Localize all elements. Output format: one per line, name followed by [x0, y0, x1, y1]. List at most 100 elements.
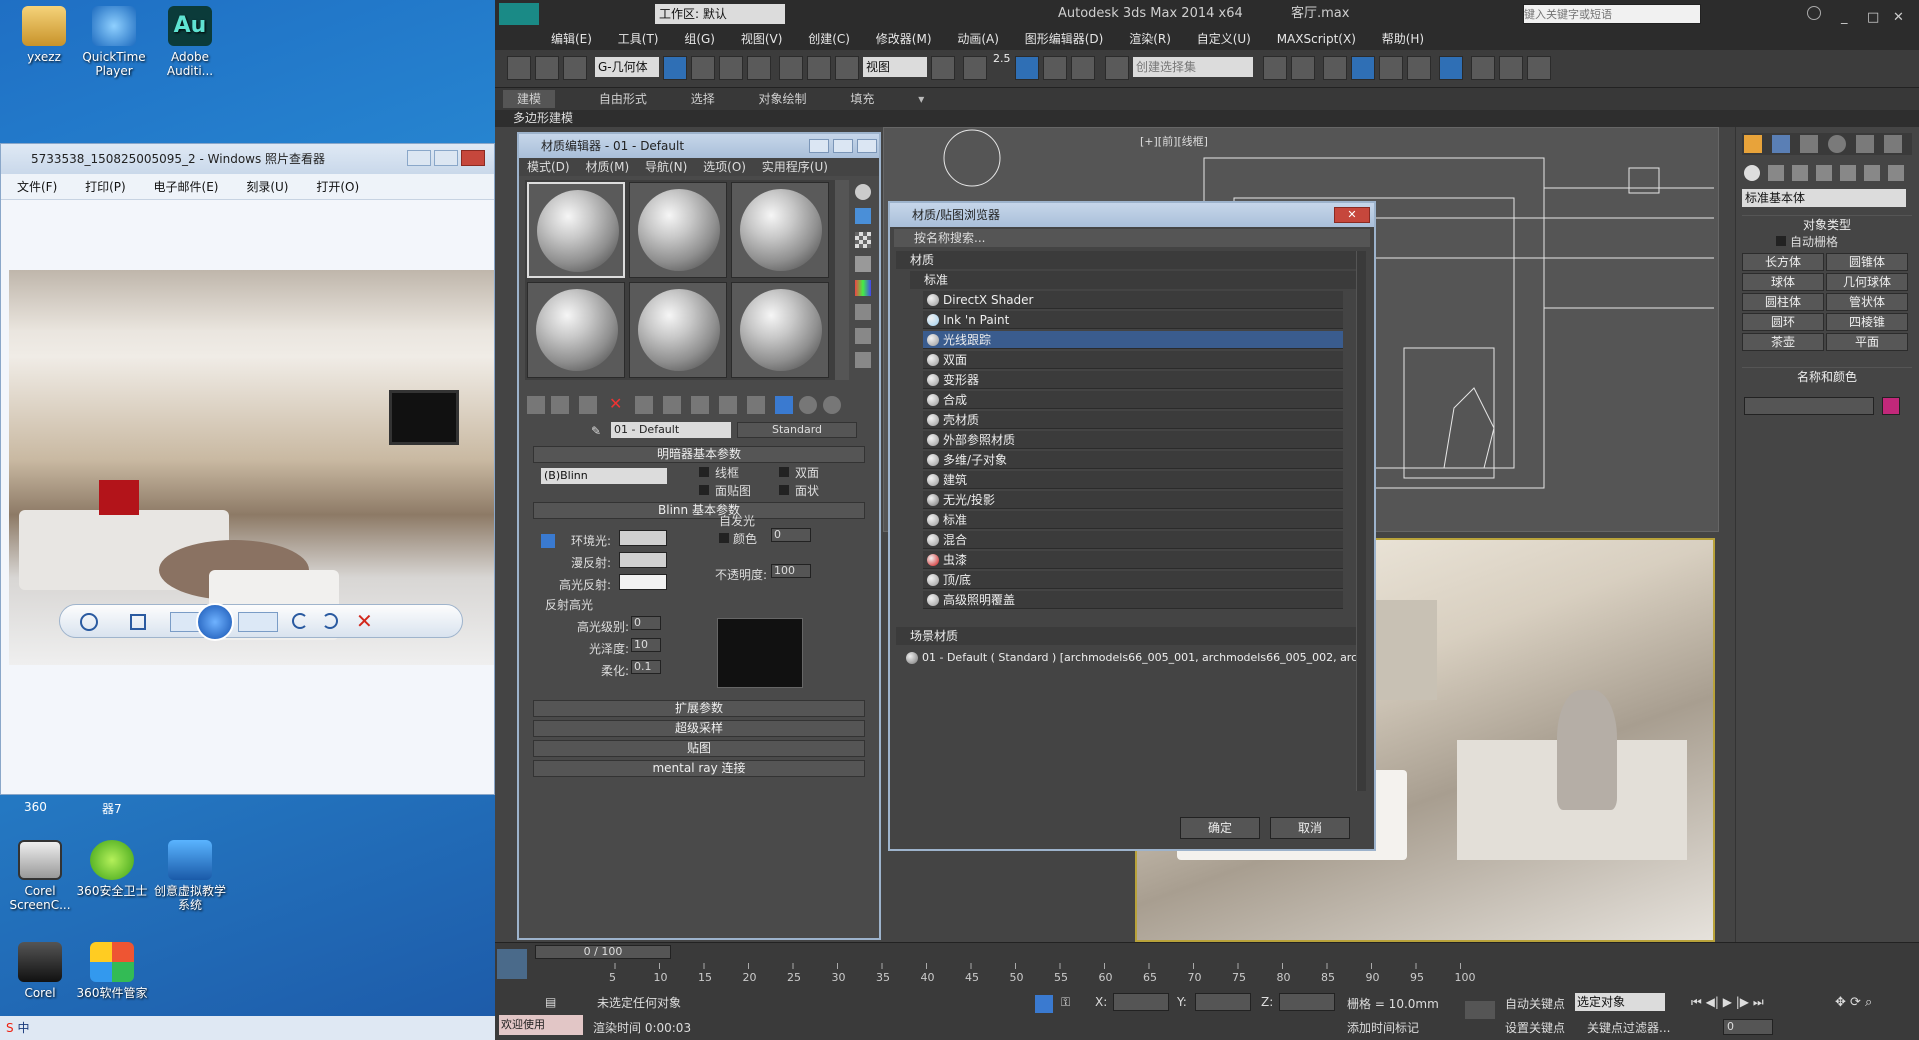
cylinder-button[interactable]: 圆柱体 [1742, 293, 1824, 311]
material-list-item[interactable]: 标准 [923, 511, 1343, 529]
make-unique-icon[interactable] [663, 396, 681, 414]
sample-slot[interactable] [629, 282, 727, 378]
menu-email[interactable]: 电子邮件(E) [154, 180, 219, 194]
tab-selection[interactable]: 选择 [691, 92, 715, 106]
ribbon-options-icon[interactable]: ▾ [918, 92, 924, 106]
faceted-checkbox[interactable]: 面状 [779, 482, 819, 499]
desktop-icon-360-guard[interactable]: 360安全卫士 [72, 840, 152, 898]
menu-rendering[interactable]: 渲染(R) [1129, 32, 1171, 46]
menu-views[interactable]: 视图(V) [741, 32, 783, 46]
menu-file[interactable]: 文件(F) [17, 180, 57, 194]
reference-coordinate-dropdown[interactable]: 视图 [863, 57, 927, 77]
two-sided-checkbox[interactable]: 双面 [779, 464, 819, 481]
autogrid-checkbox[interactable]: 自动栅格 [1776, 233, 1838, 250]
blinn-basic-params-rollout[interactable]: Blinn 基本参数 [533, 502, 865, 519]
lights-icon[interactable] [1792, 165, 1808, 181]
show-end-result-icon[interactable] [775, 396, 793, 414]
ime-indicator[interactable]: 中 [17, 1021, 29, 1035]
material-list-item[interactable]: 混合 [923, 531, 1343, 549]
spinner-snap-icon[interactable] [1071, 56, 1095, 80]
tab-populate[interactable]: 填充 [850, 92, 874, 106]
options-icon[interactable] [855, 328, 871, 344]
geosphere-button[interactable]: 几何球体 [1826, 273, 1908, 291]
group-standard[interactable]: 标准 [910, 271, 1356, 289]
menu-options[interactable]: 选项(O) [703, 160, 746, 174]
motion-tab-icon[interactable] [1828, 135, 1846, 153]
material-list-item[interactable]: 建筑 [923, 471, 1343, 489]
delete-icon[interactable]: ✕ [356, 609, 373, 633]
helpers-icon[interactable] [1840, 165, 1856, 181]
lock-ambient-icon[interactable] [541, 534, 555, 548]
minimize-button[interactable] [809, 139, 829, 153]
render-production-icon[interactable] [1527, 56, 1551, 80]
material-list-item[interactable]: Ink 'n Paint [923, 311, 1343, 329]
shader-type-dropdown[interactable]: (B)Blinn [541, 468, 667, 484]
material-list-item[interactable]: 外部参照材质 [923, 431, 1343, 449]
create-tab-icon[interactable] [1744, 135, 1762, 153]
menu-material[interactable]: 材质(M) [585, 160, 629, 174]
search-by-name-input[interactable]: 按名称搜索... [894, 229, 1370, 247]
backlight-icon[interactable] [855, 208, 871, 224]
z-coordinate-input[interactable] [1279, 993, 1335, 1011]
diffuse-color-swatch[interactable] [619, 552, 667, 568]
maxscript-listener[interactable]: 欢迎使用 MAXSc [499, 1015, 583, 1040]
rect-selection-icon[interactable] [719, 56, 743, 80]
show-map-icon[interactable] [747, 396, 765, 414]
extended-params-rollout[interactable]: 扩展参数 [533, 700, 865, 717]
menu-navigation[interactable]: 导航(N) [645, 160, 687, 174]
tab-object-paint[interactable]: 对象绘制 [759, 92, 807, 106]
group-materials[interactable]: 材质 [896, 251, 1362, 269]
fit-window-icon[interactable] [130, 614, 146, 630]
rotate-right-icon[interactable] [322, 613, 338, 629]
x-coordinate-input[interactable] [1113, 993, 1169, 1011]
browser-scrollbar[interactable] [1356, 251, 1366, 791]
percent-snap-icon[interactable] [1043, 56, 1067, 80]
desktop-icon-corel-screencap[interactable]: Corel ScreenC... [0, 840, 80, 912]
uv-tiling-icon[interactable] [855, 256, 871, 272]
object-type-rollout[interactable]: 对象类型 [1742, 215, 1912, 232]
material-list-item[interactable]: 合成 [923, 391, 1343, 409]
desktop-icon-audition[interactable]: Au Adobe Auditi... [150, 6, 230, 78]
opacity-spinner[interactable]: 100 [771, 564, 811, 578]
menu-modifiers[interactable]: 修改器(M) [876, 32, 932, 46]
current-frame-input[interactable]: 0 [1723, 1019, 1773, 1035]
close-button[interactable]: ✕ [1334, 207, 1370, 223]
supersampling-rollout[interactable]: 超级采样 [533, 720, 865, 737]
edit-named-sel-icon[interactable] [1105, 56, 1129, 80]
align-icon[interactable] [1291, 56, 1315, 80]
close-button[interactable] [857, 139, 877, 153]
systems-icon[interactable] [1888, 165, 1904, 181]
object-name-input[interactable] [1744, 397, 1874, 415]
scene-material-item[interactable]: 01 - Default ( Standard ) [archmodels66_… [906, 649, 1362, 667]
help-icon[interactable] [1807, 6, 1821, 20]
go-forward-sibling-icon[interactable] [823, 396, 841, 414]
link-icon[interactable] [507, 56, 531, 80]
browser-titlebar[interactable]: 材质/贴图浏览器 [890, 203, 1374, 227]
select-object-icon[interactable] [663, 56, 687, 80]
key-mode-dropdown[interactable]: 选定对象 [1575, 993, 1665, 1011]
ok-button[interactable]: 确定 [1180, 817, 1260, 839]
specular-level-spinner[interactable]: 0 [631, 616, 661, 630]
scale-icon[interactable] [835, 56, 859, 80]
specular-color-swatch[interactable] [619, 574, 667, 590]
sphere-button[interactable]: 球体 [1742, 273, 1824, 291]
reset-map-icon[interactable]: ✕ [609, 394, 622, 413]
close-button[interactable] [461, 150, 485, 166]
primitive-type-dropdown[interactable]: 标准基本体 [1742, 189, 1906, 207]
shapes-icon[interactable] [1768, 165, 1784, 181]
sample-slot[interactable] [527, 282, 625, 378]
viewport-label[interactable]: [+][前][线框] [1140, 133, 1208, 149]
sample-slot[interactable] [731, 182, 829, 278]
self-illum-spinner[interactable]: 0 [771, 528, 811, 542]
slideshow-icon[interactable] [196, 603, 234, 641]
background-icon[interactable] [855, 232, 871, 248]
angle-snap-icon[interactable] [1015, 56, 1039, 80]
soften-spinner[interactable]: 0.1 [631, 660, 661, 674]
render-setup-icon[interactable] [1471, 56, 1495, 80]
menu-animation[interactable]: 动画(A) [957, 32, 999, 46]
track-bar-icon[interactable]: ▤ [545, 995, 556, 1009]
video-color-check-icon[interactable] [855, 280, 871, 296]
material-id-channel-icon[interactable] [719, 396, 737, 414]
put-to-library-icon[interactable] [691, 396, 709, 414]
menu-tools[interactable]: 工具(T) [618, 32, 659, 46]
